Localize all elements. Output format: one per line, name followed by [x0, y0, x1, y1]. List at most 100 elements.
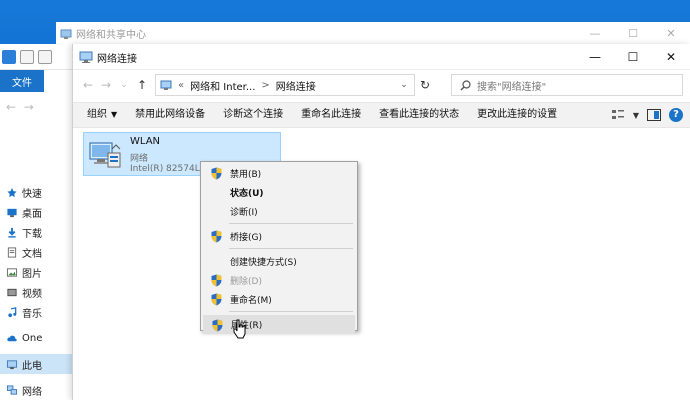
- document-icon: [6, 246, 18, 258]
- back-window-controls: — ☐ ✕: [576, 22, 690, 46]
- explorer-sidebar: 快速桌面下载文档图片视频音乐 One 此电网络: [0, 182, 80, 400]
- close-button[interactable]: ✕: [652, 44, 690, 70]
- context-menu-item-label: 删除(D): [230, 277, 262, 287]
- sidebar-item-label: 桌面: [22, 208, 42, 220]
- breadcrumb-network-connections[interactable]: 网络连接: [276, 78, 316, 93]
- preview-pane-icon[interactable]: [647, 109, 661, 121]
- up-arrow-icon[interactable]: ↑: [133, 78, 151, 92]
- forward-arrow-icon[interactable]: →: [97, 78, 115, 92]
- explorer-back-icon[interactable]: ←: [6, 100, 16, 114]
- new-folder-quick-icon[interactable]: [38, 49, 52, 64]
- explorer-forward-icon[interactable]: →: [24, 100, 34, 114]
- view-controls: ▼ ?: [611, 103, 690, 127]
- sidebar-item-label: 快速: [22, 188, 42, 200]
- sidebar-item[interactable]: One: [0, 328, 80, 348]
- breadcrumb-overflow[interactable]: «: [178, 80, 184, 91]
- file-explorer-window[interactable]: 文件 ← → 快速桌面下载文档图片视频音乐 One 此电网络: [0, 44, 80, 400]
- sidebar-item-label: 视频: [22, 288, 42, 300]
- address-dropdown-icon[interactable]: ⌄: [395, 75, 413, 95]
- context-menu-item[interactable]: 诊断(I): [203, 202, 355, 221]
- sidebar-item[interactable]: 下载: [0, 222, 80, 242]
- video-icon: [6, 287, 18, 298]
- context-menu-item[interactable]: 桥接(G): [203, 227, 355, 246]
- connections-list: WLAN 网络 Intel(R) 82574L: [73, 130, 690, 400]
- search-input[interactable]: ↻ 搜索"网络连接": [420, 74, 683, 96]
- network-icon: [6, 384, 18, 396]
- context-menu-item[interactable]: 状态(U): [203, 183, 355, 202]
- network-connections-window[interactable]: 网络连接 — ☐ ✕ ← → ⌄ ↑ « 网络和 Inter... > 网络连接…: [72, 44, 690, 400]
- help-icon[interactable]: ?: [669, 108, 683, 122]
- explorer-nav-arrows: ← →: [6, 100, 34, 114]
- context-menu-item-label: 重命名(M): [230, 296, 272, 306]
- computer-icon: [6, 359, 18, 370]
- network-center-title: 网络和共享中心: [76, 30, 146, 41]
- sidebar-item[interactable]: 网络: [0, 380, 80, 400]
- star-icon: [6, 187, 18, 198]
- maximize-button[interactable]: ☐: [614, 44, 652, 70]
- adapter-status: 网络: [130, 154, 149, 164]
- adapter-name: WLAN: [130, 136, 161, 147]
- sidebar-item[interactable]: 此电: [0, 354, 80, 374]
- context-menu-item-label: 诊断(I): [230, 208, 258, 218]
- network-center-icon: [60, 29, 72, 39]
- context-menu-item-label: 禁用(B): [230, 170, 262, 180]
- adapter-device: Intel(R) 82574L: [130, 164, 200, 174]
- sidebar-item[interactable]: 桌面: [0, 202, 80, 222]
- music-icon: [6, 306, 18, 318]
- context-menu-item: 删除(D): [203, 271, 355, 290]
- context-menu-item[interactable]: 创建快捷方式(S): [203, 252, 355, 271]
- picture-icon: [6, 267, 18, 278]
- network-sharing-center-window[interactable]: 网络和共享中心 — ☐ ✕: [56, 22, 690, 46]
- file-ribbon-tab[interactable]: 文件: [0, 70, 44, 92]
- sidebar-item-label: 图片: [22, 268, 42, 280]
- sidebar-item-label: 下载: [22, 228, 42, 240]
- explorer-quick-access-toolbar: [0, 44, 79, 70]
- recent-locations-icon[interactable]: ⌄: [115, 80, 133, 90]
- disable-device-button[interactable]: 禁用此网络设备: [126, 103, 214, 127]
- network-connections-app-icon: [79, 51, 93, 63]
- cloud-icon: [6, 333, 18, 344]
- back-close-button[interactable]: ✕: [652, 22, 690, 46]
- command-bar: 组织 ▼ 禁用此网络设备 诊断这个连接 重命名此连接 查看此连接的状态 更改此连接…: [73, 102, 690, 128]
- properties-quick-icon[interactable]: [20, 49, 34, 64]
- search-icon: [460, 79, 471, 90]
- sidebar-item-label: One: [22, 332, 43, 344]
- window-titlebar[interactable]: 网络连接 — ☐ ✕: [73, 44, 690, 70]
- sidebar-item-label: 此电: [22, 360, 42, 372]
- view-options-caret-icon[interactable]: ▼: [633, 111, 639, 120]
- sidebar-item-label: 文档: [22, 248, 42, 260]
- context-menu-item-label: 创建快捷方式(S): [230, 258, 297, 268]
- refresh-icon[interactable]: ↻: [420, 78, 430, 92]
- sidebar-item[interactable]: 视频: [0, 282, 80, 302]
- address-row: ← → ⌄ ↑ « 网络和 Inter... > 网络连接 ⌄ ↻ 搜索"网络连…: [73, 72, 690, 98]
- menu-separator: [229, 311, 353, 312]
- window-controls: — ☐ ✕: [576, 44, 690, 70]
- breadcrumb-separator-icon[interactable]: >: [261, 80, 269, 91]
- organize-button[interactable]: 组织 ▼: [73, 103, 126, 127]
- minimize-button[interactable]: —: [576, 44, 614, 70]
- sidebar-item[interactable]: 快速: [0, 182, 80, 202]
- address-bar[interactable]: « 网络和 Inter... > 网络连接: [155, 74, 415, 96]
- context-menu-item-label: 状态(U): [230, 189, 264, 199]
- window-title: 网络连接: [97, 54, 137, 65]
- sidebar-item[interactable]: 音乐: [0, 302, 80, 322]
- context-menu-item[interactable]: 重命名(M): [203, 290, 355, 309]
- wireless-adapter-icon: [89, 142, 121, 168]
- change-view-icon[interactable]: [611, 109, 625, 121]
- view-status-button[interactable]: 查看此连接的状态: [370, 103, 468, 127]
- context-menu-item[interactable]: 属性(R): [203, 315, 355, 334]
- back-arrow-icon[interactable]: ←: [79, 78, 97, 92]
- diagnose-connection-button[interactable]: 诊断这个连接: [214, 103, 292, 127]
- organize-label: 组织: [87, 109, 107, 120]
- change-settings-button[interactable]: 更改此连接的设置: [468, 103, 566, 127]
- sidebar-item[interactable]: 文档: [0, 242, 80, 262]
- breadcrumb-network-internet[interactable]: 网络和 Inter...: [190, 78, 255, 93]
- rename-connection-button[interactable]: 重命名此连接: [292, 103, 370, 127]
- sidebar-item-label: 音乐: [22, 308, 42, 320]
- menu-separator: [229, 223, 353, 224]
- sidebar-item[interactable]: 图片: [0, 262, 80, 282]
- back-minimize-button[interactable]: —: [576, 22, 614, 46]
- context-menu: 禁用(B) 状态(U) 诊断(I) 桥接(G) 创建快捷方式(S) 删除(D) 重命名(M)…: [200, 161, 358, 334]
- context-menu-item[interactable]: 禁用(B): [203, 164, 355, 183]
- back-maximize-button[interactable]: ☐: [614, 22, 652, 46]
